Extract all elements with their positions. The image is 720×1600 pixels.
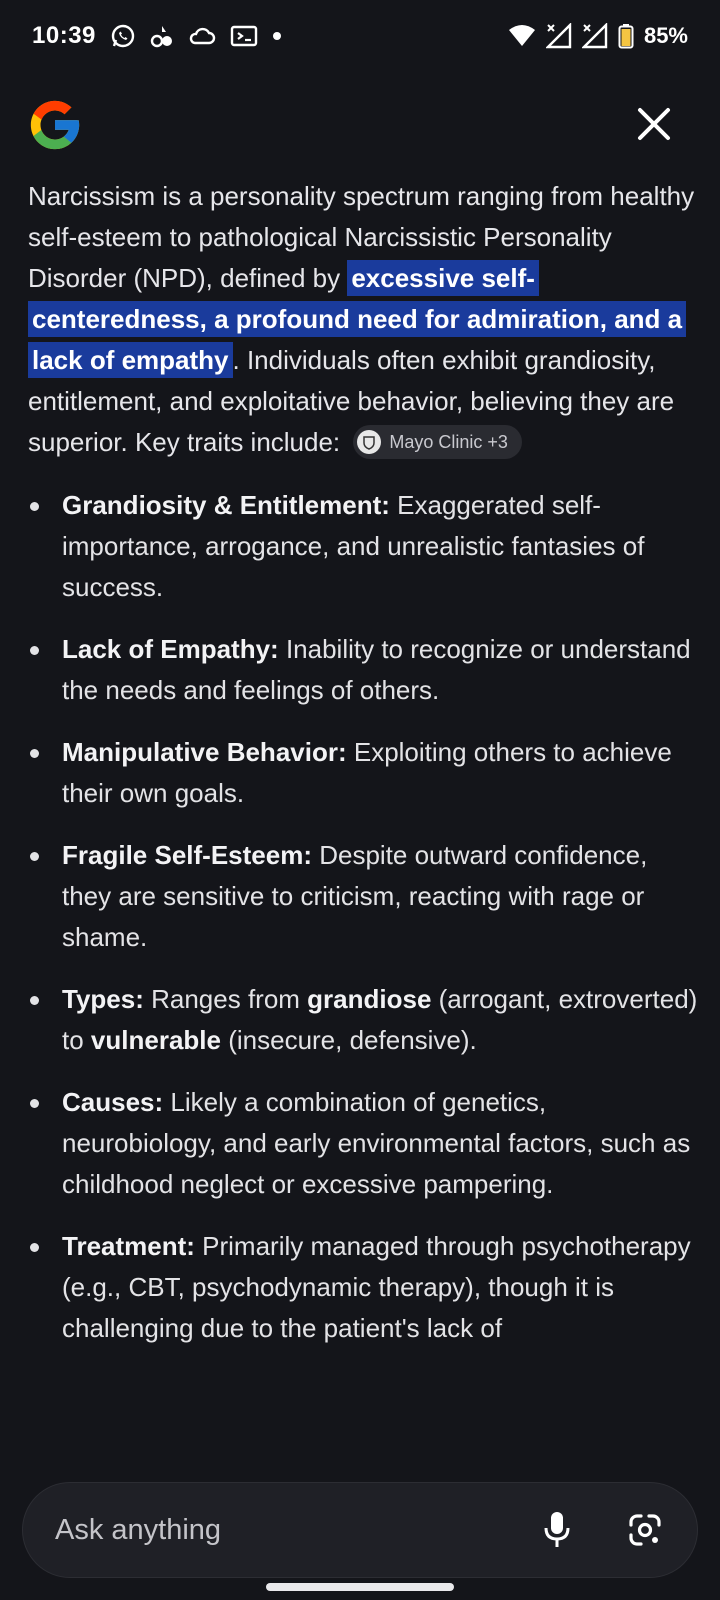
- list-item: Treatment: Primarily managed through psy…: [28, 1226, 698, 1349]
- list-item: Lack of Empathy: Inability to recognize …: [28, 629, 698, 711]
- trait-bold: grandiose: [307, 984, 432, 1014]
- list-item: Manipulative Behavior: Exploiting others…: [28, 732, 698, 814]
- trait-title: Lack of Empathy:: [62, 634, 279, 664]
- battery-icon: [618, 23, 634, 49]
- status-time: 10:39: [32, 22, 96, 49]
- list-item: Types: Ranges from grandiose (arrogant, …: [28, 979, 698, 1061]
- google-lens-button[interactable]: [625, 1510, 665, 1550]
- status-right: 85%: [508, 23, 688, 49]
- signal-icon: [581, 23, 608, 49]
- list-item: Causes: Likely a combination of genetics…: [28, 1082, 698, 1205]
- trait-bold: vulnerable: [90, 1025, 221, 1055]
- source-chip[interactable]: Mayo Clinic +3: [353, 425, 522, 460]
- google-logo-icon: [26, 96, 84, 154]
- bullet: [30, 646, 39, 655]
- status-bar: 10:39 85%: [0, 0, 720, 72]
- trait-title: Causes:: [62, 1087, 164, 1117]
- trait-title: Fragile Self-Esteem:: [62, 840, 312, 870]
- list-item: Grandiosity & Entitlement: Exaggerated s…: [28, 485, 698, 608]
- answer-intro: Narcissism is a personality spectrum ran…: [28, 176, 698, 463]
- cloud-icon: [188, 25, 216, 47]
- bullet: [30, 996, 39, 1005]
- trait-text: Ranges from: [143, 984, 308, 1014]
- google-lens-icon: [629, 1514, 661, 1546]
- bullet: [30, 1099, 39, 1108]
- list-item: Fragile Self-Esteem: Despite outward con…: [28, 835, 698, 958]
- bullet: [30, 1243, 39, 1252]
- dot-icon: [272, 31, 282, 41]
- trait-title: Types:: [62, 984, 144, 1014]
- microphone-icon: [544, 1512, 570, 1547]
- ask-bar: [22, 1482, 698, 1578]
- whatsapp-icon: [110, 23, 136, 49]
- status-left: 10:39: [32, 22, 282, 50]
- close-icon: [638, 108, 670, 140]
- signal-icon: [545, 23, 572, 49]
- ai-answer: Narcissism is a personality spectrum ran…: [28, 176, 698, 1438]
- trait-title: Manipulative Behavior:: [62, 737, 347, 767]
- ask-input[interactable]: [55, 1513, 537, 1547]
- mayo-clinic-icon: [357, 430, 382, 455]
- home-indicator[interactable]: [266, 1583, 454, 1591]
- app-icon: [150, 23, 174, 49]
- cast-icon: [230, 24, 258, 48]
- trait-title: Treatment:: [62, 1231, 195, 1261]
- battery-percent: 85%: [643, 23, 688, 48]
- wifi-icon: [508, 24, 536, 48]
- microphone-button[interactable]: [537, 1508, 577, 1552]
- trait-title: Grandiosity & Entitlement:: [62, 490, 390, 520]
- bullet: [30, 852, 39, 861]
- trait-text: (insecure, defensive).: [220, 1025, 477, 1055]
- bullet: [30, 749, 39, 758]
- header: [0, 90, 720, 160]
- source-chip-label: Mayo Clinic +3: [389, 431, 508, 452]
- bullet: [30, 502, 39, 511]
- traits-list: Grandiosity & Entitlement: Exaggerated s…: [28, 485, 698, 1349]
- close-button[interactable]: [634, 104, 674, 144]
